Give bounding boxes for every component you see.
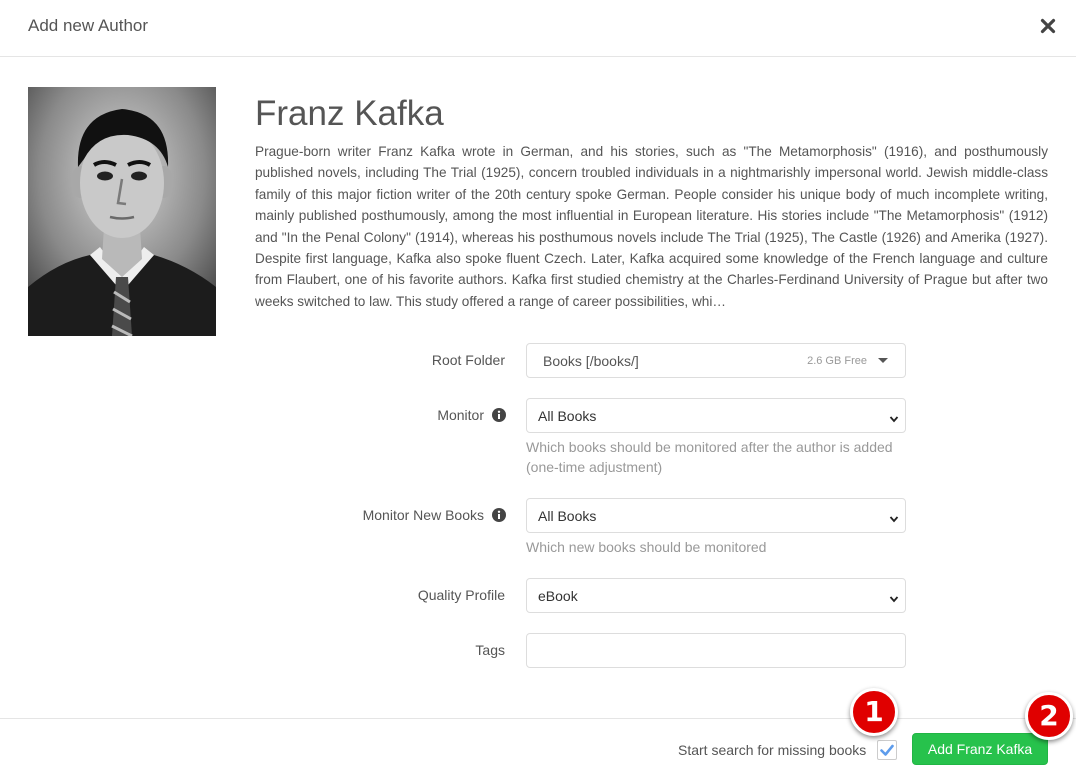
monitor-help: Which books should be monitored after th… — [526, 437, 893, 477]
monitor-new-books-value: All Books — [538, 508, 597, 524]
root-folder-label: Root Folder — [431, 352, 505, 368]
info-icon[interactable] — [492, 408, 506, 422]
tags-label: Tags — [475, 642, 505, 658]
quality-profile-label: Quality Profile — [417, 587, 505, 603]
chevron-down-icon — [889, 511, 899, 523]
close-icon[interactable] — [1039, 17, 1057, 35]
quality-profile-value: eBook — [538, 588, 578, 604]
start-search-label: Start search for missing books — [678, 742, 867, 758]
start-search-checkbox[interactable] — [877, 740, 897, 760]
free-space-label: 2.6 GB Free — [807, 355, 867, 367]
info-icon[interactable] — [492, 508, 506, 522]
monitor-help-line2: (one-time adjustment) — [526, 459, 663, 475]
monitor-new-books-label: Monitor New Books — [362, 507, 484, 523]
quality-profile-select[interactable]: eBook — [526, 578, 906, 613]
tags-input[interactable] — [526, 633, 906, 668]
root-folder-select[interactable]: Books [/books/] 2.6 GB Free — [526, 343, 906, 378]
monitor-value: All Books — [538, 408, 597, 424]
chevron-down-icon — [889, 591, 899, 603]
monitor-select[interactable]: All Books — [526, 398, 906, 433]
monitor-new-books-select[interactable]: All Books — [526, 498, 906, 533]
author-overview: Prague-born writer Franz Kafka wrote in … — [255, 144, 1048, 309]
monitor-label: Monitor — [437, 407, 484, 423]
author-name: Franz Kafka — [255, 94, 444, 133]
monitor-help-line1: Which books should be monitored after th… — [526, 439, 893, 455]
check-icon — [880, 744, 894, 756]
caret-down-icon — [878, 358, 888, 363]
root-folder-value: Books [/books/] — [543, 353, 639, 369]
add-author-button[interactable]: Add Franz Kafka — [912, 733, 1048, 765]
annotation-badge-2: 2 — [1025, 692, 1073, 740]
monitor-new-books-help: Which new books should be monitored — [526, 539, 767, 555]
author-poster — [28, 87, 216, 336]
modal-header: Add new Author — [0, 0, 1076, 57]
modal-title: Add new Author — [28, 16, 149, 35]
annotation-badge-1: 1 — [850, 688, 898, 736]
chevron-down-icon — [889, 411, 899, 423]
